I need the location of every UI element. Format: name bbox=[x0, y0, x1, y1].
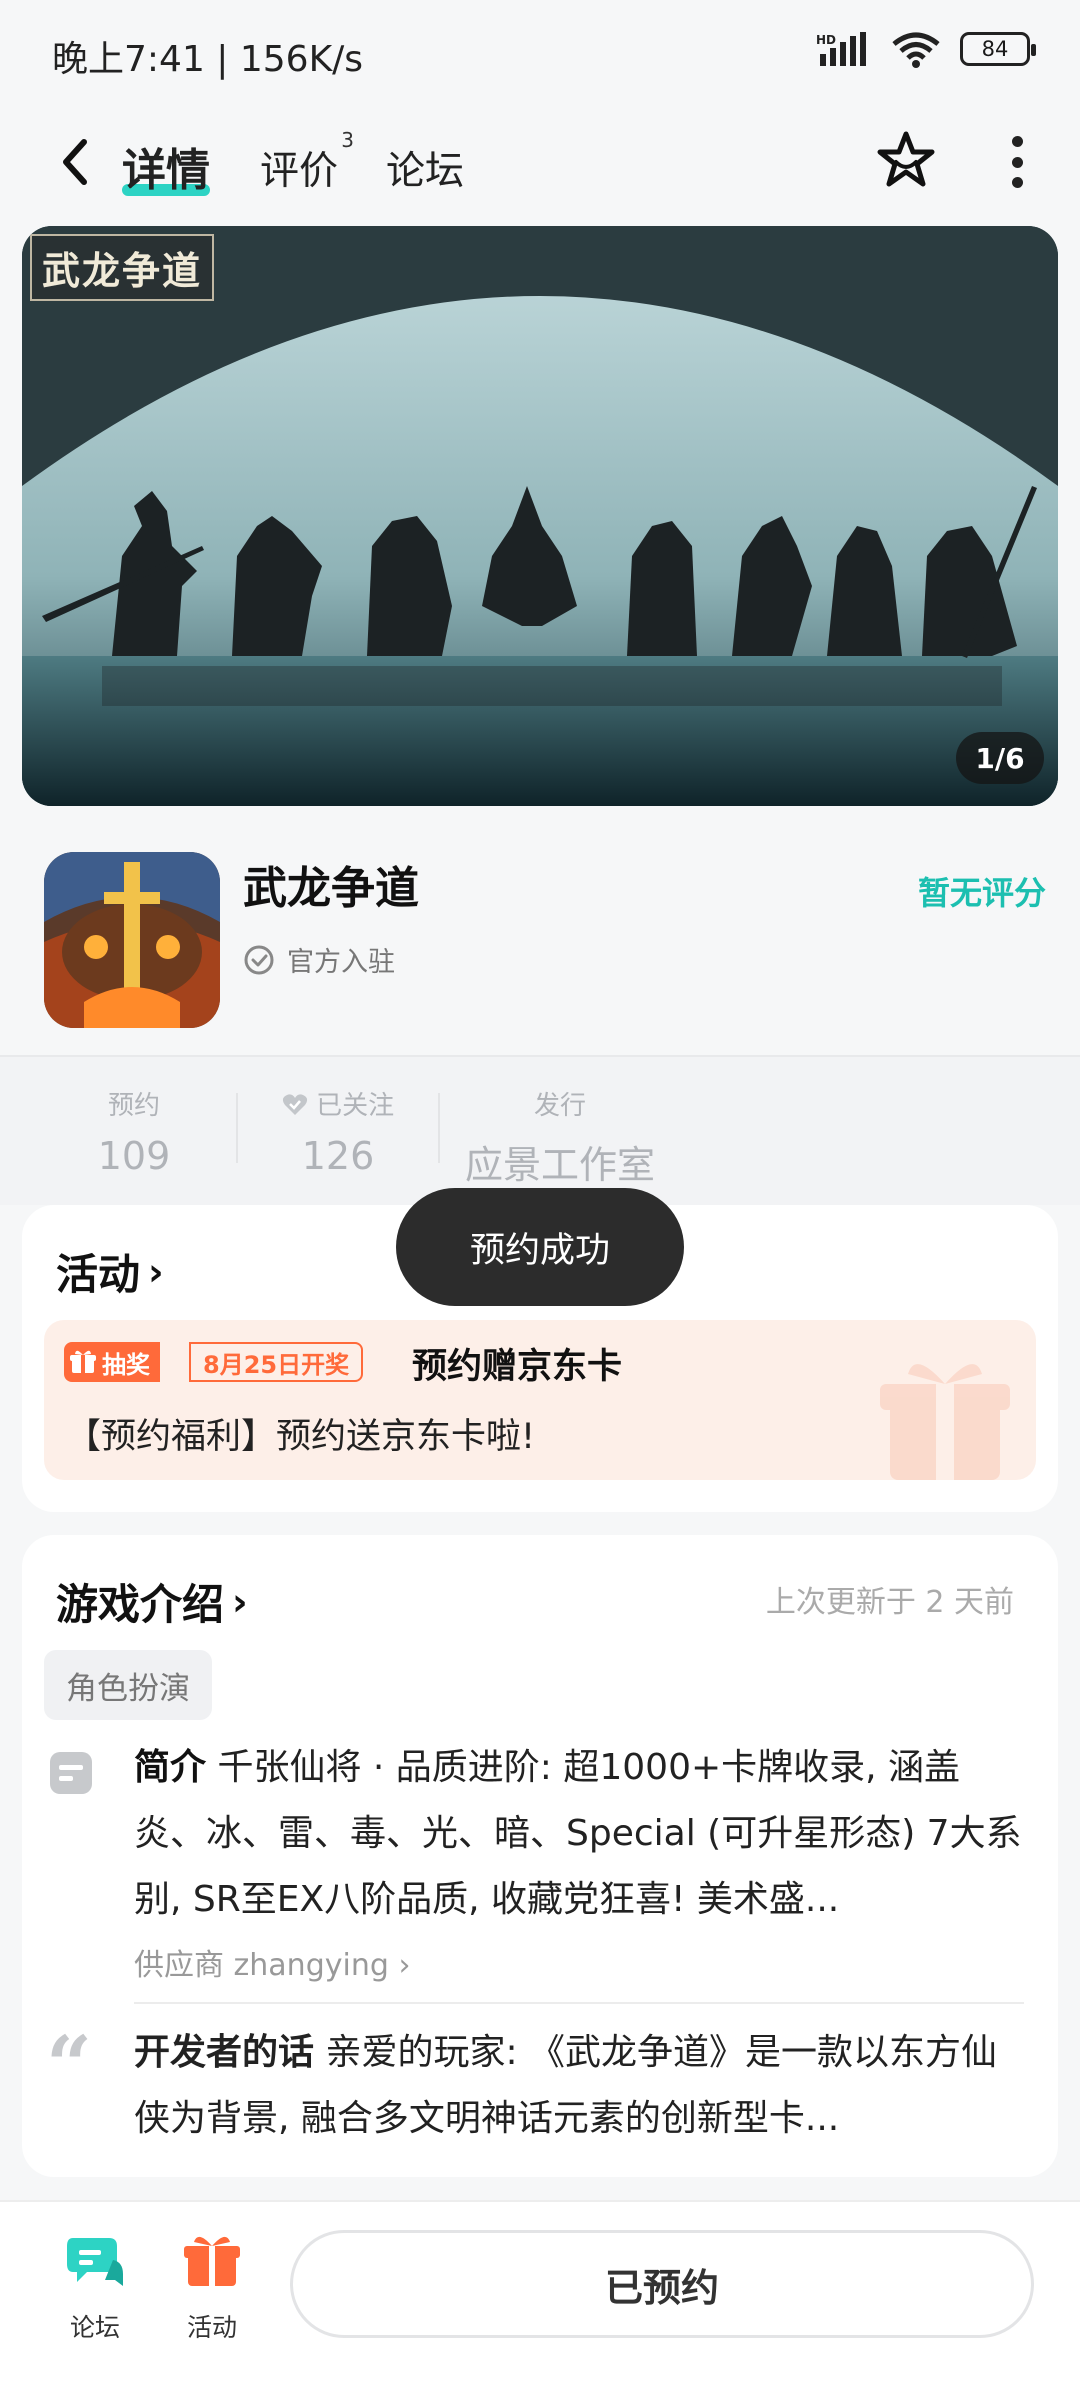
gift-icon bbox=[70, 1350, 96, 1373]
forum-chat-icon bbox=[67, 2238, 123, 2286]
svg-text:HD: HD bbox=[816, 33, 836, 47]
chevron-right-icon: › bbox=[148, 1249, 164, 1294]
summary-label: 简介 bbox=[134, 1747, 207, 1788]
dragon-app-icon bbox=[44, 852, 220, 1028]
stat-label: 发行 bbox=[533, 1091, 586, 1121]
stat-label-with-icon: 已关注 bbox=[270, 1085, 406, 1122]
status-bar: 晚上7:41 | 156K/s HD 84 bbox=[0, 0, 1080, 110]
battery-indicator: 84 bbox=[960, 32, 1036, 66]
stat-label: 预约 bbox=[107, 1091, 160, 1121]
status-icons: HD 84 bbox=[816, 30, 1036, 68]
tab-label: 论坛 bbox=[386, 149, 465, 194]
quote-icon: “ bbox=[46, 2018, 93, 2112]
activity-header[interactable]: 活动 › bbox=[56, 1241, 164, 1302]
signal-icon: HD bbox=[816, 32, 866, 66]
official-badge: 官方入驻 bbox=[243, 940, 395, 979]
rating-status: 暂无评分 bbox=[917, 874, 1046, 912]
activity-gift-icon bbox=[184, 2236, 240, 2286]
reserved-button[interactable]: 已预约 bbox=[290, 2230, 1034, 2338]
intro-title: 游戏介绍 bbox=[56, 1580, 225, 1629]
bottom-activity-button[interactable]: 活动 bbox=[167, 2230, 257, 2344]
stat-value: 109 bbox=[97, 1134, 171, 1178]
tab-label: 评价 bbox=[260, 149, 339, 194]
activity-title: 活动 bbox=[56, 1250, 141, 1299]
app-icon bbox=[44, 852, 220, 1028]
official-label: 官方入驻 bbox=[287, 947, 395, 978]
top-nav: 详情 评价 3 论坛 bbox=[0, 110, 1080, 220]
tab-details[interactable]: 详情 bbox=[122, 134, 210, 198]
bottom-bar: 论坛 活动 已预约 bbox=[0, 2200, 1080, 2400]
genre-tag[interactable]: 角色扮演 bbox=[44, 1650, 212, 1720]
stat-value: 应景工作室 bbox=[464, 1143, 655, 1187]
lottery-badge: 抽奖 bbox=[64, 1342, 160, 1382]
wifi-icon bbox=[892, 32, 940, 68]
stat-divider bbox=[236, 1093, 238, 1163]
tab-badge: 3 bbox=[341, 128, 355, 152]
favorite-star-icon[interactable] bbox=[874, 128, 938, 192]
game-summary[interactable]: 简介 千张仙将 · 品质进阶: 超1000+卡牌收录, 涵盖炎、冰、雷、毒、光、… bbox=[134, 1735, 1024, 1933]
stats-row: 预约 109 已关注 126 发行 应景工作室 bbox=[0, 1055, 1080, 1205]
chevron-right-icon: › bbox=[398, 1948, 411, 1983]
tab-reviews[interactable]: 评价 3 bbox=[260, 128, 354, 196]
developer-message[interactable]: 开发者的话 亲爱的玩家: 《武龙争道》是一款以东方仙侠为背景, 融合多文明神话元… bbox=[134, 2020, 1024, 2152]
bottom-activity-label: 活动 bbox=[186, 2313, 237, 2342]
last-updated: 上次更新于 2 天前 bbox=[765, 1585, 1014, 1620]
draw-date-badge: 8月25日开奖 bbox=[189, 1342, 364, 1382]
bottom-forum-label: 论坛 bbox=[69, 2313, 120, 2342]
status-time: 晚上7:41 | 156K/s bbox=[52, 39, 364, 80]
bottom-forum-button[interactable]: 论坛 bbox=[50, 2230, 140, 2344]
verified-check-icon bbox=[244, 945, 274, 974]
chevron-right-icon: › bbox=[232, 1579, 248, 1624]
heart-check-icon bbox=[282, 1094, 307, 1115]
stat-publisher[interactable]: 发行 应景工作室 bbox=[460, 1085, 660, 1189]
activity-item-description: 【预约福利】预约送京东卡啦! bbox=[66, 1417, 536, 1457]
back-arrow-icon[interactable] bbox=[52, 132, 102, 192]
stat-value: 126 bbox=[301, 1134, 375, 1178]
intro-header[interactable]: 游戏介绍 › bbox=[56, 1571, 248, 1632]
tab-forum[interactable]: 论坛 bbox=[386, 140, 464, 196]
supplier-link[interactable]: 供应商 zhangying › bbox=[134, 1940, 410, 1984]
stat-reservations: 预约 109 bbox=[74, 1085, 194, 1178]
stat-divider bbox=[438, 1093, 440, 1163]
stat-followers[interactable]: 已关注 126 bbox=[270, 1085, 406, 1178]
section-divider bbox=[134, 2002, 1024, 2004]
tab-label: 详情 bbox=[122, 145, 210, 196]
summary-text: 千张仙将 · 品质进阶: 超1000+卡牌收录, 涵盖炎、冰、雷、毒、光、暗、S… bbox=[134, 1747, 1022, 1920]
toast-message: 预约成功 bbox=[396, 1188, 684, 1306]
banner-image[interactable]: 武龙争道 1/6 bbox=[22, 226, 1058, 806]
activity-item[interactable]: 抽奖 8月25日开奖 预约赠京东卡 【预约福利】预约送京东卡啦! bbox=[44, 1320, 1036, 1480]
gift-decoration-icon bbox=[880, 1364, 1010, 1480]
activity-item-title: 预约赠京东卡 bbox=[412, 1347, 623, 1387]
banner-page-counter: 1/6 bbox=[956, 732, 1044, 784]
banner-game-logo: 武龙争道 bbox=[30, 234, 215, 301]
app-name: 武龙争道 bbox=[243, 863, 419, 914]
more-options-icon[interactable] bbox=[1010, 136, 1024, 188]
developer-label: 开发者的话 bbox=[134, 2032, 315, 2073]
game-intro-card: 游戏介绍 › 上次更新于 2 天前 角色扮演 简介 千张仙将 · 品质进阶: 超… bbox=[22, 1535, 1058, 2177]
summary-icon bbox=[50, 1752, 92, 1794]
banner-artwork bbox=[22, 226, 1058, 806]
